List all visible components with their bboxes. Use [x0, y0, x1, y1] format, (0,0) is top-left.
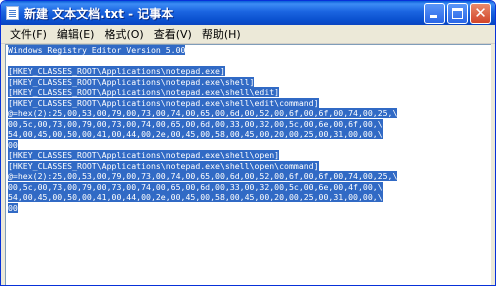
close-icon: ✕	[474, 4, 487, 22]
text-line: [HKEY_CLASSES_ROOT\Applications\notepad.…	[8, 87, 397, 98]
menu-file[interactable]: 文件(F)	[5, 26, 52, 42]
selected-text: Windows Registry Editor Version 5.00	[8, 45, 186, 55]
text-line: 00,5c,00,73,00,79,00,73,00,74,00,65,00,6…	[8, 118, 397, 130]
minimize-button[interactable]	[424, 3, 445, 24]
selected-text: [HKEY_CLASSES_ROOT\Applications\notepad.…	[8, 76, 255, 87]
maximize-icon	[452, 8, 463, 19]
selected-text: 54,00,45,00,50,00,41,00,44,00,2e,00,45,0…	[8, 129, 383, 139]
menu-edit[interactable]: 编辑(E)	[52, 26, 100, 42]
selected-text: 54,00,45,00,50,00,41,00,44,00,2e,00,45,0…	[8, 192, 383, 202]
text-line: [HKEY_CLASSES_ROOT\Applications\notepad.…	[8, 97, 397, 109]
selected-text: [HKEY_CLASSES_ROOT\Applications\notepad.…	[8, 66, 225, 76]
selected-text: @=hex(2):25,00,53,00,79,00,73,00,74,00,6…	[8, 108, 398, 118]
text-line	[8, 56, 397, 67]
text-editor[interactable]: Windows Registry Editor Version 5.00 [HK…	[5, 44, 491, 285]
text-line: 54,00,45,00,50,00,41,00,44,00,2e,00,45,0…	[8, 192, 397, 203]
menu-help[interactable]: 帮助(H)	[197, 26, 246, 42]
text-line: Windows Registry Editor Version 5.00	[8, 45, 397, 56]
text-line: 00	[8, 202, 397, 214]
menu-format[interactable]: 格式(O)	[99, 26, 148, 42]
selected-text: 00	[8, 139, 18, 150]
notepad-window: 新建 文本文档.txt - 记事本 ✕ 文件(F) 编辑(E) 格式(O) 查看…	[0, 0, 496, 286]
selected-text: [HKEY_CLASSES_ROOT\Applications\notepad.…	[8, 87, 280, 97]
text-line: @=hex(2):25,00,53,00,79,00,73,00,74,00,6…	[8, 108, 398, 119]
text-line: [HKEY_CLASSES_ROOT\Applications\notepad.…	[8, 160, 397, 172]
text-lines: Windows Registry Editor Version 5.00 [HK…	[8, 45, 398, 214]
selected-text: [HKEY_CLASSES_ROOT\Applications\notepad.…	[8, 160, 319, 171]
selected-text: [HKEY_CLASSES_ROOT\Applications\notepad.…	[8, 97, 319, 108]
text-line: [HKEY_CLASSES_ROOT\Applications\notepad.…	[8, 66, 397, 77]
text-line: 54,00,45,00,50,00,41,00,44,00,2e,00,45,0…	[8, 129, 397, 140]
notepad-icon[interactable]	[6, 6, 19, 20]
selected-text: 00,5c,00,73,00,79,00,73,00,74,00,65,00,6…	[8, 118, 383, 129]
close-button[interactable]: ✕	[470, 3, 491, 24]
text-line: 00	[8, 139, 397, 151]
title-buttons: ✕	[424, 3, 491, 24]
selected-text: 00,5c,00,73,00,79,00,73,00,74,00,65,00,6…	[8, 181, 383, 192]
selected-text: @=hex(2):25,00,53,00,79,00,73,00,74,00,6…	[8, 171, 398, 181]
selected-text: 00	[8, 202, 18, 213]
text-line: [HKEY_CLASSES_ROOT\Applications\notepad.…	[8, 150, 397, 161]
text-line: 00,5c,00,73,00,79,00,73,00,74,00,65,00,6…	[8, 181, 397, 193]
selected-text: [HKEY_CLASSES_ROOT\Applications\notepad.…	[8, 150, 280, 160]
menu-bar: 文件(F) 编辑(E) 格式(O) 查看(V) 帮助(H)	[1, 25, 495, 44]
maximize-button[interactable]	[447, 3, 468, 24]
window-title: 新建 文本文档.txt - 记事本	[24, 6, 174, 21]
title-bar[interactable]: 新建 文本文档.txt - 记事本 ✕	[1, 1, 495, 25]
menu-view[interactable]: 查看(V)	[149, 26, 197, 42]
text-line: @=hex(2):25,00,53,00,79,00,73,00,74,00,6…	[8, 171, 398, 182]
text-line: [HKEY_CLASSES_ROOT\Applications\notepad.…	[8, 76, 397, 88]
minimize-icon	[430, 15, 437, 18]
